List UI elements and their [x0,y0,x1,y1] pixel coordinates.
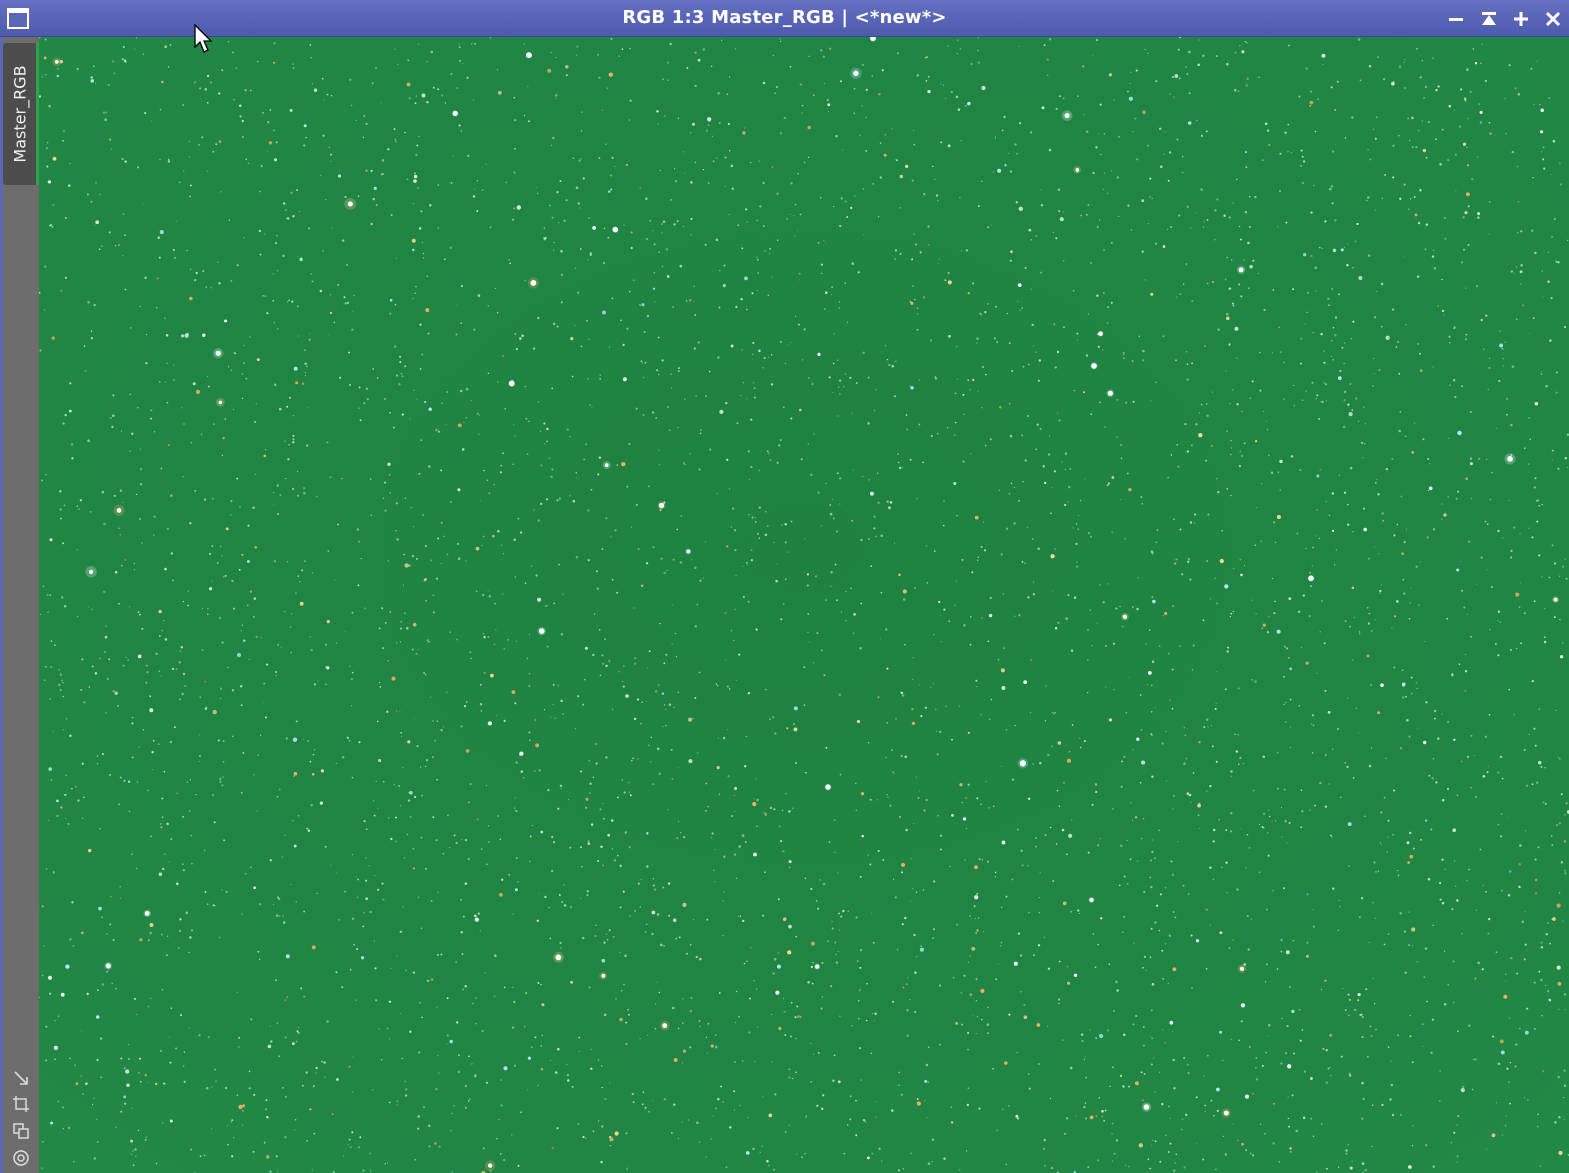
view-identifier-icon[interactable] [11,1148,31,1168]
window-titlebar[interactable]: RGB 1:3 Master_RGB | <*new*> [0,0,1569,37]
fit-view-icon[interactable] [11,1094,31,1114]
clone-view-icon[interactable] [11,1121,31,1141]
view-sidebar: Master_RGB [0,37,39,1173]
window-title: RGB 1:3 Master_RGB | <*new*> [622,7,947,28]
image-view-canvas[interactable] [39,37,1569,1173]
view-tab-label: Master_RGB [10,65,29,163]
image-window: RGB 1:3 Master_RGB | <*new*> Master_RGB [0,0,1569,1173]
view-tab-master-rgb[interactable]: Master_RGB [3,43,39,185]
star-field-image [39,37,1569,1173]
maximize-button[interactable] [1508,6,1534,32]
shade-button[interactable] [1476,6,1502,32]
minimize-button[interactable] [1443,6,1469,32]
plus-icon [1514,12,1528,26]
shade-up-icon [1482,12,1496,25]
minus-icon [1449,18,1463,21]
zoom-to-fit-icon[interactable] [11,1068,31,1088]
close-icon [1545,11,1561,27]
close-button[interactable] [1540,6,1566,32]
